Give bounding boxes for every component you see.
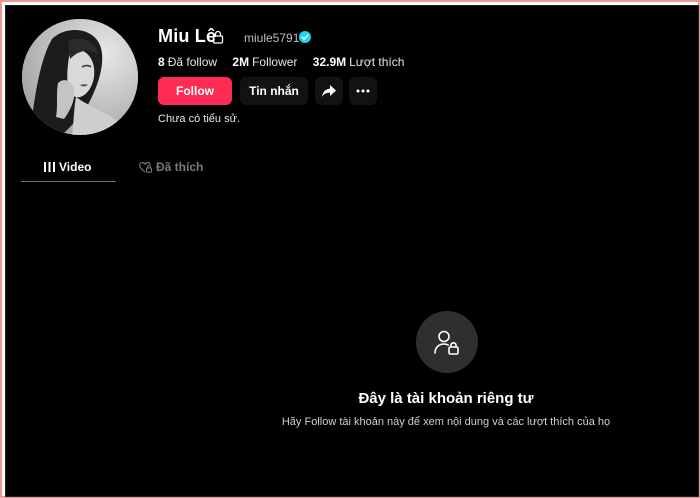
- message-button[interactable]: Tin nhắn: [240, 77, 308, 105]
- heart-lock-icon: [139, 161, 152, 173]
- stat-following[interactable]: 8 Đã follow: [158, 55, 217, 69]
- stat-following-label: Đã follow: [167, 55, 218, 69]
- tab-video[interactable]: Video: [44, 153, 91, 181]
- share-button[interactable]: [315, 77, 343, 105]
- stat-followers-label: Follower: [252, 55, 298, 69]
- private-account-badge: [416, 311, 478, 373]
- avatar[interactable]: [22, 19, 138, 135]
- more-icon: [356, 89, 370, 93]
- verified-icon: [299, 31, 311, 43]
- profile-tabs: Video Đã thích: [21, 153, 231, 182]
- stat-likes-label: Lượt thích: [349, 55, 405, 69]
- profile-stats: 8 Đã follow 2M Follower 32.9M Lượt thích: [158, 55, 416, 69]
- private-account-title: Đây là tài khoản riêng tư: [358, 390, 534, 407]
- more-button[interactable]: [349, 77, 377, 105]
- stat-likes: 32.9M Lượt thích: [313, 55, 405, 69]
- stat-likes-value: 32.9M: [312, 55, 347, 69]
- tab-liked[interactable]: Đã thích: [139, 153, 203, 181]
- grid-icon: [44, 162, 55, 172]
- avatar-photo: [22, 19, 138, 135]
- tab-video-label: Video: [59, 160, 92, 174]
- private-account-description: Hãy Follow tài khoản này để xem nội dung…: [281, 416, 611, 428]
- profile-name: Miu Lê: [158, 26, 217, 46]
- profile-username: miule5791: [244, 31, 300, 45]
- window-frame: Miu Lê miule5791 8 Đã follow 2M Follower 3…: [0, 0, 700, 498]
- profile-bio: Chưa có tiểu sử.: [158, 113, 240, 125]
- share-icon: [322, 85, 336, 97]
- follow-button[interactable]: Follow: [158, 77, 232, 105]
- active-tab-indicator: [21, 181, 116, 182]
- stat-followers[interactable]: 2M Follower: [232, 55, 297, 69]
- user-lock-icon: [434, 330, 459, 355]
- lock-icon: [212, 30, 224, 44]
- profile-page: Miu Lê miule5791 8 Đã follow 2M Follower 3…: [5, 5, 699, 497]
- stat-following-value: 8: [158, 55, 165, 69]
- tab-liked-label: Đã thích: [156, 160, 204, 174]
- stat-followers-value: 2M: [232, 55, 250, 69]
